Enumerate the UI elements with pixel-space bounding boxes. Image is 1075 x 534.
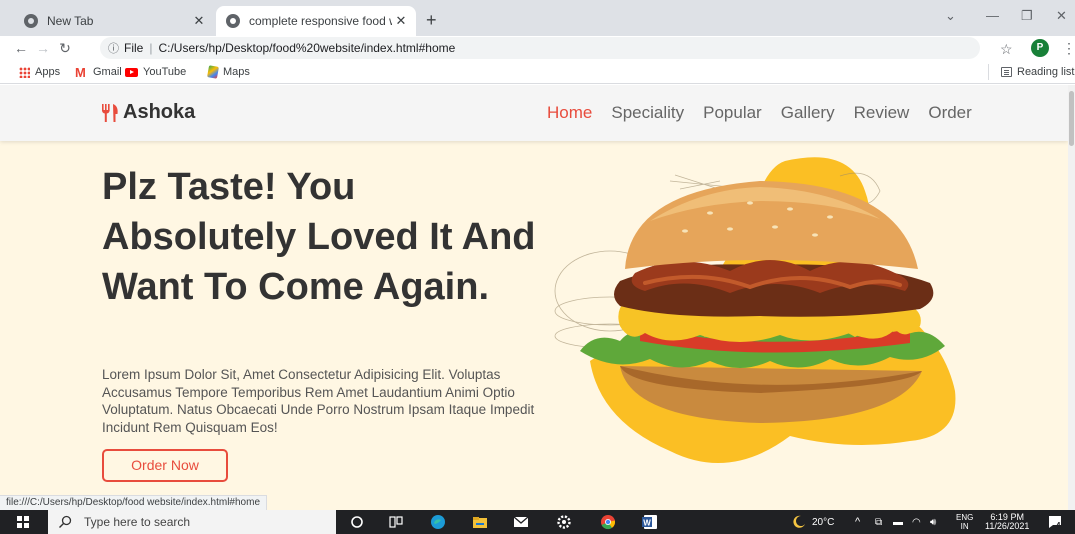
- order-now-button[interactable]: Order Now: [102, 449, 228, 482]
- minimize-icon[interactable]: —: [986, 8, 999, 23]
- word-icon[interactable]: W: [642, 514, 658, 530]
- tab-title: complete responsive food websi: [249, 14, 392, 28]
- mail-icon[interactable]: [513, 514, 529, 530]
- volume-icon[interactable]: 🔊︎: [930, 510, 936, 534]
- reading-list-icon: [1001, 67, 1012, 77]
- tab-title: New Tab: [47, 14, 94, 28]
- chrome-icon[interactable]: [600, 514, 616, 530]
- taskbar-search[interactable]: Type here to search: [48, 510, 336, 534]
- reading-list[interactable]: Reading list: [1001, 66, 1074, 78]
- window-close-icon[interactable]: ✕: [1056, 8, 1067, 24]
- menu-kebab-icon[interactable]: ⋮: [1062, 40, 1075, 57]
- nav-home[interactable]: Home: [547, 103, 592, 123]
- notification-center[interactable]: 4: [1048, 510, 1061, 534]
- hero-title: Plz Taste! You Absolutely Loved It And W…: [102, 166, 536, 308]
- bookmark-apps[interactable]: Apps: [19, 66, 60, 78]
- cortana-icon[interactable]: [349, 514, 365, 530]
- bookmark-label: Apps: [35, 66, 61, 78]
- svg-text:W: W: [643, 518, 651, 527]
- bookmark-youtube[interactable]: YouTube: [125, 66, 186, 78]
- bookmark-maps[interactable]: Maps: [207, 65, 250, 79]
- moon-weather-icon: [793, 515, 805, 528]
- chrome-icon: [24, 14, 38, 28]
- nav-review[interactable]: Review: [854, 103, 910, 123]
- search-placeholder: Type here to search: [84, 515, 191, 529]
- task-view-icon[interactable]: [388, 514, 404, 530]
- clock[interactable]: 6:19 PM 11/26/2021: [985, 510, 1029, 534]
- status-url-bubble: file:///C:/Users/hp/Desktop/food website…: [0, 495, 268, 510]
- windows-taskbar: Type here to search W 20°C ^ ⧉ ▬ ◠ 🔊︎ EN…: [0, 510, 1075, 534]
- profile-avatar[interactable]: P: [1031, 39, 1049, 57]
- meet-now-icon[interactable]: ⧉: [875, 510, 882, 534]
- browser-tab-strip: New Tab ✕ complete responsive food websi…: [0, 0, 1075, 36]
- browser-toolbar: ← → ↻ ⓘ File | C:/Users/hp/Desktop/food%…: [0, 36, 1075, 60]
- language-code: ENG: [956, 513, 974, 522]
- main-nav: Home Speciality Popular Gallery Review O…: [547, 103, 991, 123]
- reload-icon[interactable]: ↻: [54, 40, 76, 57]
- site-logo[interactable]: Ashoka: [100, 101, 195, 124]
- bookmark-label: Maps: [223, 66, 250, 78]
- divider: [988, 64, 989, 80]
- bookmark-label: YouTube: [143, 66, 187, 78]
- gmail-icon: [75, 65, 88, 80]
- battery-icon[interactable]: ▬: [893, 510, 903, 534]
- settings-gear-icon[interactable]: [556, 514, 572, 530]
- nav-popular[interactable]: Popular: [703, 103, 762, 123]
- youtube-icon: [125, 67, 138, 77]
- back-arrow-icon[interactable]: ←: [10, 40, 32, 56]
- burger-image: [554, 157, 956, 463]
- bookmarks-bar: Apps Gmail YouTube Maps Reading list: [0, 60, 1075, 84]
- notification-count: 4: [1056, 520, 1061, 530]
- close-icon[interactable]: ✕: [190, 13, 208, 29]
- utensils-icon: [102, 103, 118, 122]
- close-icon[interactable]: ✕: [392, 13, 410, 29]
- scrollbar-thumb[interactable]: [1069, 91, 1074, 146]
- nav-gallery[interactable]: Gallery: [781, 103, 835, 123]
- maps-icon: [207, 65, 219, 79]
- forward-arrow-icon[interactable]: →: [32, 40, 54, 56]
- windows-start-icon[interactable]: [17, 516, 29, 528]
- scheme-label: File: [124, 41, 144, 55]
- globe-icon: [226, 14, 240, 28]
- clock-date: 11/26/2021: [985, 521, 1030, 531]
- reading-list-label: Reading list: [1017, 66, 1075, 78]
- weather-temp[interactable]: 20°C: [812, 510, 834, 534]
- tab-food-website[interactable]: complete responsive food websi ✕: [216, 6, 416, 36]
- info-icon[interactable]: ⓘ: [108, 40, 119, 56]
- tab-new-tab[interactable]: New Tab ✕: [14, 6, 214, 36]
- chevron-up-icon[interactable]: ^: [855, 510, 860, 534]
- page-viewport: Ashoka Home Speciality Popular Gallery R…: [0, 85, 1075, 510]
- address-bar[interactable]: ⓘ File | C:/Users/hp/Desktop/food%20webs…: [100, 37, 980, 59]
- site-header: Ashoka Home Speciality Popular Gallery R…: [0, 85, 1068, 141]
- page-scrollbar[interactable]: [1068, 85, 1075, 510]
- restore-icon[interactable]: ❐: [1021, 8, 1033, 24]
- nav-speciality[interactable]: Speciality: [611, 103, 684, 123]
- region-code: IN: [960, 522, 969, 531]
- file-explorer-icon[interactable]: [472, 514, 488, 530]
- nav-order[interactable]: Order: [928, 103, 971, 123]
- bookmark-gmail[interactable]: Gmail: [75, 65, 122, 80]
- bookmark-star-icon[interactable]: ☆: [1000, 41, 1013, 58]
- new-tab-plus-icon[interactable]: +: [426, 11, 437, 29]
- divider: |: [149, 41, 153, 55]
- address-url: C:/Users/hp/Desktop/food%20website/index…: [158, 41, 456, 55]
- chevron-down-icon[interactable]: ⌄: [945, 8, 956, 24]
- bookmark-label: Gmail: [93, 66, 122, 78]
- apps-grid-icon: [19, 66, 30, 78]
- edge-icon[interactable]: [430, 514, 446, 530]
- language-indicator[interactable]: ENG IN: [956, 510, 973, 534]
- logo-text: Ashoka: [123, 101, 196, 123]
- hero-description: Lorem Ipsum Dolor Sit, Amet Consectetur …: [102, 367, 535, 435]
- search-icon: [59, 515, 72, 528]
- wifi-icon[interactable]: ◠: [912, 510, 921, 534]
